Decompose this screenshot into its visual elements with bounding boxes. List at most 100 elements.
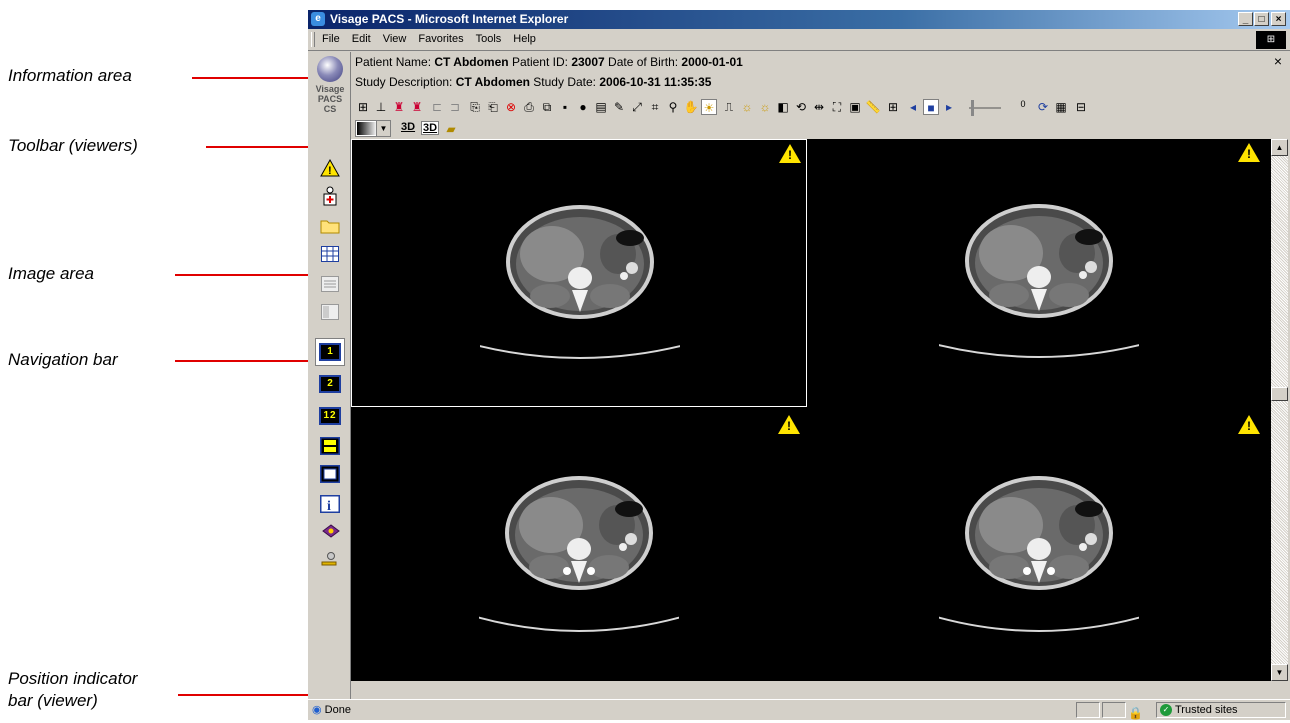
menu-help[interactable]: Help — [507, 29, 542, 50]
clipboard-icon[interactable]: ⧉ — [539, 99, 555, 115]
key-user-nav-button[interactable] — [319, 550, 341, 570]
layout-stack-button[interactable] — [319, 436, 341, 456]
ct-scan-image — [939, 476, 1139, 632]
close-study-button[interactable]: × — [1274, 52, 1282, 71]
scroll-up-button[interactable]: ▲ — [1271, 139, 1288, 156]
layout-1-label: 1 — [319, 343, 341, 361]
compare-icon — [321, 304, 339, 320]
film-icon[interactable]: ▦ — [1053, 99, 1069, 115]
viewport-1[interactable]: ! — [351, 139, 807, 407]
reset-icon[interactable]: ⟳ — [1035, 99, 1051, 115]
3d-tool-button[interactable]: 3D — [401, 121, 415, 133]
print-icon[interactable]: ⎙ — [521, 99, 537, 115]
preset-a-icon[interactable]: ☼ — [739, 99, 755, 115]
layout-window-button[interactable] — [319, 464, 341, 484]
key-user-icon — [321, 552, 337, 566]
help-book-nav-button[interactable] — [319, 522, 341, 542]
ct-scan-image — [480, 205, 680, 359]
info-tool-icon[interactable]: ● — [575, 99, 591, 115]
flip-icon[interactable]: ⇹ — [811, 99, 827, 115]
delete-icon[interactable]: ⊗ — [503, 99, 519, 115]
3d-folder-icon[interactable]: ▰ — [443, 121, 459, 137]
report-nav-button[interactable] — [319, 274, 341, 294]
study-date-label: Study Date: — [533, 75, 596, 89]
patient-nav-button[interactable] — [319, 186, 341, 206]
cine-prev-icon[interactable]: ◂ — [905, 99, 921, 115]
viewport-warning-icon[interactable]: ! — [1238, 143, 1260, 162]
annotation-navigation-bar: Navigation bar — [8, 350, 118, 369]
compare-nav-button[interactable] — [319, 302, 341, 322]
prev-patient-icon[interactable]: ♜ — [391, 99, 407, 115]
report-tool-icon[interactable]: ▤ — [593, 99, 609, 115]
visage-logo: Visage PACS CS — [314, 56, 346, 126]
ct-scan-image — [479, 476, 679, 632]
preset-b-icon[interactable]: ☼ — [757, 99, 773, 115]
viewport-3[interactable]: ! — [351, 411, 807, 679]
vertical-scrollbar[interactable]: ▲ ▼ — [1271, 139, 1288, 681]
study-list-nav-button[interactable] — [319, 244, 341, 264]
annotate-icon[interactable]: ✎ — [611, 99, 627, 115]
maximize-button[interactable]: □ — [1254, 12, 1269, 26]
layout-2-label: 2 — [319, 375, 341, 393]
probe-icon[interactable]: ⎍ — [721, 99, 737, 115]
warning-mark: ! — [1247, 147, 1251, 161]
position-indicator-bar[interactable] — [351, 681, 1288, 699]
status-pane-2 — [1102, 702, 1126, 718]
copy-image-icon[interactable]: ⎘ — [467, 99, 483, 115]
viewport-2[interactable]: ! — [811, 139, 1267, 407]
fullscreen-icon[interactable]: ⛶ — [829, 99, 845, 115]
magnify-icon[interactable]: ⚲ — [665, 99, 681, 115]
invert-icon[interactable]: ◧ — [775, 99, 791, 115]
pan-icon[interactable]: ✋ — [683, 99, 699, 115]
series-tool-icon[interactable]: ⊞ — [355, 99, 371, 115]
svg-text:!: ! — [328, 165, 332, 177]
viewport-4[interactable]: ! — [811, 411, 1267, 679]
viewport-warning-icon[interactable]: ! — [1238, 415, 1260, 434]
close-window-button[interactable]: × — [1271, 12, 1286, 26]
warning-nav-button[interactable]: ! — [319, 158, 341, 178]
cine-stop-icon[interactable]: ■ — [923, 99, 939, 115]
cine-speed-slider[interactable] — [965, 99, 1005, 117]
menu-file[interactable]: File — [316, 29, 346, 50]
study-desc-label: Study Description: — [355, 75, 453, 89]
toolbar-grip[interactable] — [311, 32, 315, 47]
ruler-icon[interactable]: 📏 — [865, 99, 881, 115]
next-patient-icon[interactable]: ♜ — [409, 99, 425, 115]
image-area[interactable]: ! ! ! ! — [351, 139, 1271, 681]
menu-view[interactable]: View — [377, 29, 413, 50]
window-level-dropdown[interactable]: ▼ — [355, 120, 391, 137]
menu-tools[interactable]: Tools — [470, 29, 508, 50]
patient-info-row: Patient Name: CT Abdomen Patient ID: 230… — [355, 53, 743, 72]
rotate-icon[interactable]: ⟲ — [793, 99, 809, 115]
viewport-warning-icon[interactable]: ! — [778, 415, 800, 434]
pin-tool-icon[interactable]: ⊥ — [373, 99, 389, 115]
scroll-thumb[interactable] — [1271, 387, 1288, 401]
layout-12-button[interactable]: 12 — [319, 406, 341, 426]
viewport-warning-icon[interactable]: ! — [779, 144, 801, 163]
title-bar: e Visage PACS - Microsoft Internet Explo… — [308, 10, 1290, 29]
zoom-fit-icon[interactable]: ⤢ — [629, 99, 645, 115]
prev-series-icon[interactable]: ⊏ — [429, 99, 445, 115]
scroll-down-button[interactable]: ▼ — [1271, 664, 1288, 681]
cine-next-icon[interactable]: ▸ — [941, 99, 957, 115]
window-level-icon[interactable]: ☀ — [701, 99, 717, 115]
status-done: ◉ Done — [312, 700, 351, 720]
layout-menu-icon[interactable]: ⊞ — [885, 99, 901, 115]
browser-window: e Visage PACS - Microsoft Internet Explo… — [308, 10, 1290, 720]
next-series-icon[interactable]: ⊐ — [447, 99, 463, 115]
3d-measure-button[interactable]: 3D — [421, 121, 440, 135]
actual-size-icon[interactable]: ▣ — [847, 99, 863, 115]
menu-favorites[interactable]: Favorites — [412, 29, 469, 50]
ct-scan-image — [939, 204, 1139, 358]
zoom-region-icon[interactable]: ⌗ — [647, 99, 663, 115]
report-icon — [321, 276, 339, 292]
layout-2-button[interactable]: 2 — [319, 374, 341, 394]
export-icon[interactable]: ⊟ — [1073, 99, 1089, 115]
minimize-button[interactable]: _ — [1238, 12, 1253, 26]
save-icon[interactable]: ▪ — [557, 99, 573, 115]
info-nav-button[interactable]: i — [319, 494, 341, 514]
menu-edit[interactable]: Edit — [346, 29, 377, 50]
layout-1-button[interactable]: 1 — [315, 338, 345, 366]
folder-nav-button[interactable] — [319, 216, 341, 236]
paste-image-icon[interactable]: ⎗ — [485, 99, 501, 115]
